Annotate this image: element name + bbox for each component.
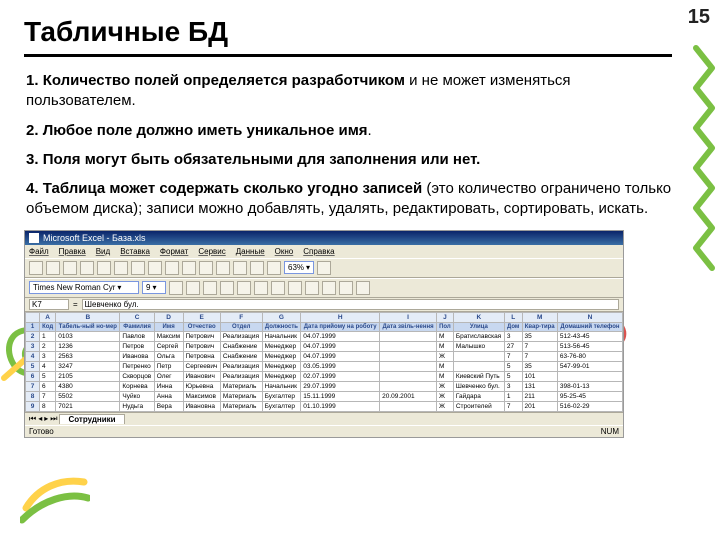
format-toolbar: Times New Roman Cyr ▾ 9 ▾	[25, 278, 623, 298]
new-button[interactable]	[29, 261, 43, 275]
point-1: 1. Количество полей определяется разрабо…	[24, 71, 672, 112]
crayon-yellow-green-corner	[20, 468, 90, 528]
page-number: 15	[688, 6, 710, 29]
tab-nav-next[interactable]: ▸	[44, 414, 48, 423]
borders-button[interactable]	[322, 281, 336, 295]
preview-button[interactable]	[97, 261, 111, 275]
menu-file[interactable]: Файл	[29, 247, 49, 256]
slide-title: Табличные БД	[24, 16, 672, 57]
print-button[interactable]	[80, 261, 94, 275]
bold-button[interactable]	[169, 281, 183, 295]
menu-bar: Файл Правка Вид Вставка Формат Сервис Да…	[25, 245, 623, 258]
menu-edit[interactable]: Правка	[59, 247, 86, 256]
sheet-tab-active[interactable]: Сотрудники	[59, 414, 124, 424]
menu-view[interactable]: Вид	[96, 247, 110, 256]
point-4: 4. Таблица может содержать сколько угодн…	[24, 179, 672, 220]
excel-title: Microsoft Excel - База.xls	[43, 233, 145, 243]
italic-button[interactable]	[186, 281, 200, 295]
status-ready: Готово	[29, 427, 54, 436]
tab-nav-prev[interactable]: ◂	[38, 414, 42, 423]
zoom-combo[interactable]: 63%▾	[284, 261, 314, 274]
sum-button[interactable]	[216, 261, 230, 275]
crayon-green-zigzag	[690, 44, 718, 274]
font-color-button[interactable]	[356, 281, 370, 295]
currency-button[interactable]	[288, 281, 302, 295]
sort-asc-button[interactable]	[233, 261, 247, 275]
align-center-button[interactable]	[237, 281, 251, 295]
formula-bar: K7 = Шевченко бул.	[25, 298, 623, 312]
spell-button[interactable]	[114, 261, 128, 275]
excel-window: Microsoft Excel - База.xls Файл Правка В…	[24, 230, 624, 438]
menu-data[interactable]: Данные	[236, 247, 265, 256]
tab-nav-first[interactable]: ⏮	[29, 414, 36, 424]
align-right-button[interactable]	[254, 281, 268, 295]
merge-button[interactable]	[271, 281, 285, 295]
font-size-combo[interactable]: 9 ▾	[142, 281, 166, 294]
sort-desc-button[interactable]	[250, 261, 264, 275]
open-button[interactable]	[46, 261, 60, 275]
menu-insert[interactable]: Вставка	[120, 247, 150, 256]
standard-toolbar: 63%▾	[25, 258, 623, 278]
percent-button[interactable]	[305, 281, 319, 295]
sheet-tabs: ⏮ ◂ ▸ ⏭ Сотрудники	[25, 412, 623, 425]
formula-input[interactable]: Шевченко бул.	[82, 299, 619, 310]
tab-nav-last[interactable]: ⏭	[50, 414, 57, 424]
underline-button[interactable]	[203, 281, 217, 295]
bullet-list: 1. Количество полей определяется разрабо…	[24, 71, 672, 220]
fill-color-button[interactable]	[339, 281, 353, 295]
help-button[interactable]	[317, 261, 331, 275]
undo-button[interactable]	[182, 261, 196, 275]
point-2: 2. Любое поле должно иметь уникальное им…	[24, 121, 672, 141]
worksheet-grid[interactable]: ABCDEFGHIJKLMN1КодТабель-ный но-мерФамил…	[25, 312, 623, 412]
name-box[interactable]: K7	[29, 299, 69, 310]
menu-format[interactable]: Формат	[160, 247, 188, 256]
align-left-button[interactable]	[220, 281, 234, 295]
chart-button[interactable]	[267, 261, 281, 275]
font-name-combo[interactable]: Times New Roman Cyr ▾	[29, 281, 139, 294]
point-3: 3. Поля могут быть обязательными для зап…	[24, 150, 672, 170]
paste-button[interactable]	[165, 261, 179, 275]
cut-button[interactable]	[131, 261, 145, 275]
excel-app-icon	[29, 233, 39, 243]
menu-help[interactable]: Справка	[303, 247, 334, 256]
copy-button[interactable]	[148, 261, 162, 275]
fx-icon[interactable]: =	[73, 300, 78, 309]
status-numlock: NUM	[601, 427, 619, 436]
excel-titlebar: Microsoft Excel - База.xls	[25, 231, 623, 245]
redo-button[interactable]	[199, 261, 213, 275]
menu-window[interactable]: Окно	[275, 247, 294, 256]
save-button[interactable]	[63, 261, 77, 275]
status-bar: Готово NUM	[25, 425, 623, 437]
menu-tools[interactable]: Сервис	[198, 247, 225, 256]
